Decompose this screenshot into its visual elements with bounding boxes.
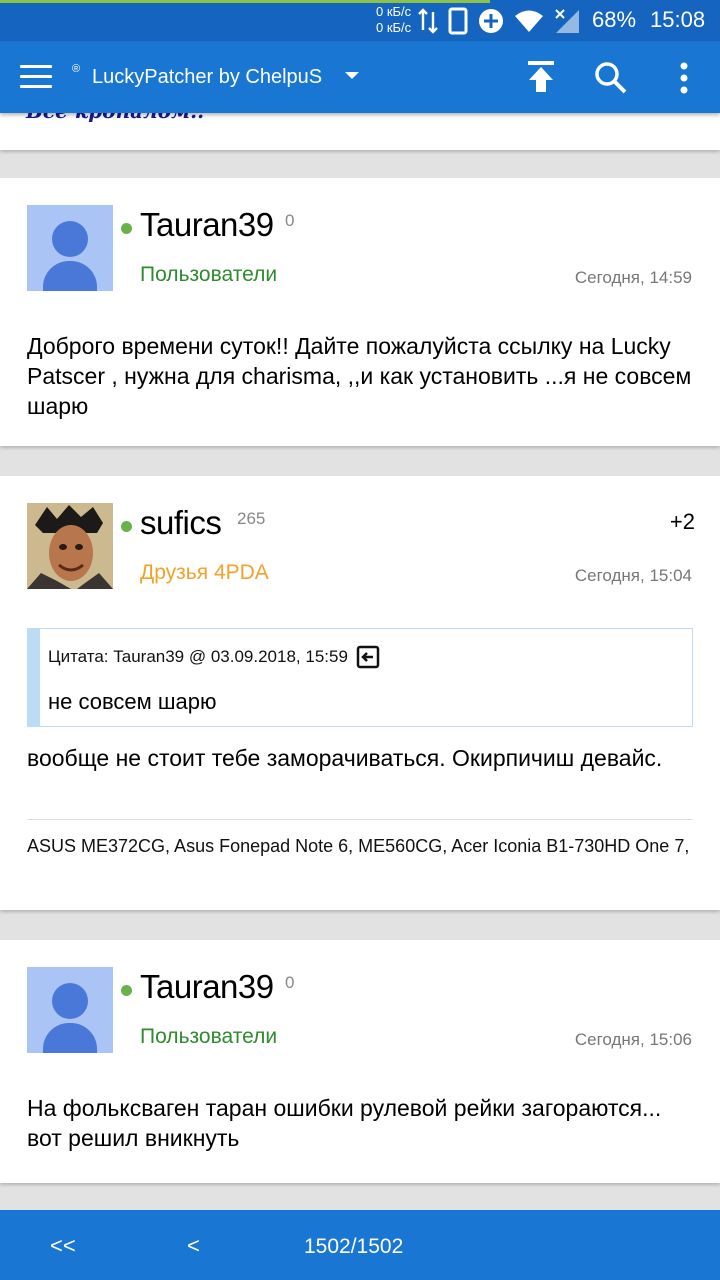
avatar-photo (27, 503, 113, 589)
scroll-to-top-icon[interactable] (526, 61, 556, 93)
avatar[interactable] (27, 967, 113, 1053)
user-group: Друзья 4PDA (140, 561, 269, 584)
forum-post: sufics 265 +2 Друзья 4PDA Сегодня, 15:04… (0, 476, 720, 910)
forum-post: Tauran39 0 Пользователи Сегодня, 15:06 Н… (0, 940, 720, 1183)
username[interactable]: sufics (140, 504, 222, 542)
data-saver-icon (479, 9, 503, 33)
avatar[interactable] (27, 205, 113, 291)
clock: 15:08 (650, 7, 706, 32)
menu-icon[interactable] (20, 65, 52, 89)
reputation-count[interactable]: 265 (237, 509, 265, 529)
user-signature: ASUS ME372CG, Asus Fonepad Note 6, ME560… (27, 836, 690, 856)
avatar[interactable] (27, 503, 113, 589)
app-bar: ® LuckyPatcher by ChelpuS (0, 41, 720, 113)
topic-title[interactable]: LuckyPatcher by ChelpuS (92, 66, 322, 89)
search-icon[interactable] (594, 61, 628, 95)
registered-mark: ® (72, 63, 81, 75)
loading-progress (0, 0, 490, 3)
user-group: Пользователи (140, 1025, 278, 1048)
go-to-quote-icon[interactable] (356, 645, 380, 669)
post-time: Сегодня, 15:06 (574, 1030, 692, 1049)
status-bar: 0 кБ/с 0 кБ/с 68% 15:08 (0, 0, 720, 41)
forum-post: Tauran39 0 Пользователи Сегодня, 14:59 Д… (0, 178, 720, 446)
previous-post-text: Все кропалом.. (26, 113, 204, 123)
post-text: Доброго времени суток!! Дайте пожалуйста… (27, 333, 692, 419)
pagination-bar: << < 1502/1502 (0, 1210, 720, 1280)
username[interactable]: Tauran39 (140, 206, 274, 244)
phone-icon (448, 7, 468, 35)
wifi-icon (515, 10, 543, 32)
post-time: Сегодня, 14:59 (574, 268, 692, 287)
status-icons (418, 7, 580, 35)
previous-page-button[interactable]: < (187, 1233, 200, 1259)
net-down-speed: 0 кБ/с (376, 20, 412, 35)
post-rating[interactable]: +2 (670, 509, 695, 535)
data-transfer-icon (418, 8, 438, 34)
signal-icon (555, 9, 579, 33)
previous-post-fragment: Все кропалом.. (0, 113, 720, 150)
network-speed: 0 кБ/с 0 кБ/с (376, 4, 411, 36)
quote-text: не совсем шарю (48, 689, 217, 714)
username[interactable]: Tauran39 (140, 968, 274, 1006)
online-indicator (121, 985, 132, 996)
post-text: На фольксваген таран ошибки рулевой рейк… (27, 1095, 662, 1151)
user-group: Пользователи (140, 263, 278, 286)
signature-divider (27, 819, 693, 820)
quote-block: Цитата: Tauran39 @ 03.09.2018, 15:59 не … (27, 628, 693, 727)
page-counter[interactable]: 1502/1502 (304, 1235, 403, 1259)
post-text: вообще не стоит тебе заморачиваться. Оки… (27, 745, 663, 771)
online-indicator (121, 223, 132, 234)
more-options-icon[interactable] (676, 61, 692, 95)
quote-header: Цитата: Tauran39 @ 03.09.2018, 15:59 (48, 645, 380, 669)
net-up-speed: 0 кБ/с (376, 4, 412, 19)
chevron-down-icon[interactable] (345, 72, 359, 79)
post-time: Сегодня, 15:04 (574, 566, 692, 585)
battery-level: 68% (592, 7, 637, 32)
quote-source: Цитата: Tauran39 @ 03.09.2018, 15:59 (48, 647, 348, 666)
reputation-count[interactable]: 0 (285, 973, 294, 993)
reputation-count[interactable]: 0 (285, 211, 294, 231)
online-indicator (121, 521, 132, 532)
first-page-button[interactable]: << (50, 1233, 76, 1259)
